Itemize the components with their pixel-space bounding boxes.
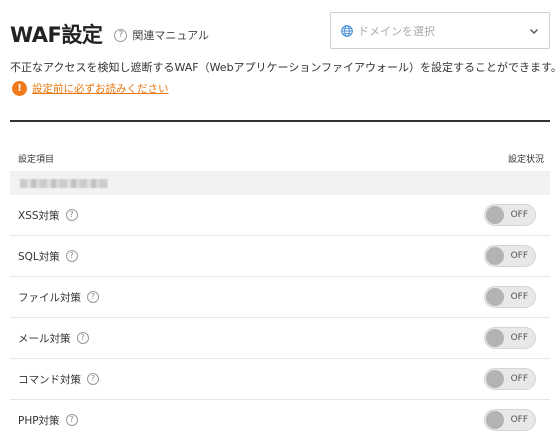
waf-description: 不正なアクセスを検知し遮断するWAF（Webアプリケーションファイアウォール）を… [10, 61, 560, 74]
help-circle-icon[interactable]: ? [65, 209, 78, 221]
help-circle-icon[interactable]: ? [65, 250, 78, 262]
row-label: コマンド対策 ? [18, 372, 99, 387]
command-toggle[interactable]: OFF [484, 368, 536, 390]
table-row-file: ファイル対策 ? OFF [10, 277, 550, 318]
help-circle-icon[interactable]: ? [76, 332, 89, 344]
toggle-knob [486, 288, 504, 306]
table-row-sql: SQL対策 ? OFF [10, 236, 550, 277]
toggle-status: OFF [510, 374, 528, 384]
php-toggle[interactable]: OFF [484, 409, 536, 431]
toggle-status: OFF [510, 292, 528, 302]
sql-toggle[interactable]: OFF [484, 245, 536, 267]
toggle-knob [486, 411, 504, 429]
row-label: SQL対策 ? [18, 249, 78, 264]
setting-name: コマンド対策 [18, 373, 81, 386]
domain-select[interactable]: ドメインを選択 [330, 12, 550, 49]
setting-name: PHP対策 [18, 414, 60, 427]
chevron-down-icon [530, 28, 538, 34]
related-manual-label: 関連マニュアル [132, 29, 209, 42]
xss-toggle[interactable]: OFF [484, 204, 536, 226]
read-before-setting-label: 設定前に必ずお読みください [32, 83, 169, 95]
domain-select-placeholder: ドメインを選択 [358, 24, 435, 38]
help-circle-icon[interactable]: ? [87, 291, 99, 303]
table-header: 設定項目 設定状況 [10, 145, 550, 171]
toggle-knob [486, 370, 504, 388]
table-row-xss: XSS対策 ? OFF [10, 195, 550, 236]
related-manual-link[interactable]: ? 関連マニュアル [114, 27, 209, 43]
row-label: メール対策 ? [18, 331, 89, 346]
table-row-php: PHP対策 ? OFF [10, 400, 550, 439]
toggle-knob [486, 206, 504, 224]
table-row-mail: メール対策 ? OFF [10, 318, 550, 359]
toggle-status: OFF [510, 210, 528, 220]
read-before-setting-link[interactable]: ! 設定前に必ずお読みください [12, 81, 169, 96]
table-row-command: コマンド対策 ? OFF [10, 359, 550, 400]
toggle-knob [486, 329, 504, 347]
domain-group-row [10, 171, 550, 195]
help-circle-icon[interactable]: ? [87, 373, 99, 385]
toggle-status: OFF [510, 251, 528, 261]
globe-icon [341, 24, 353, 37]
section-divider [10, 120, 550, 122]
toggle-knob [486, 247, 504, 265]
help-circle-icon: ? [114, 28, 128, 42]
page-title: WAF設定 [10, 23, 103, 47]
row-label: XSS対策 ? [18, 208, 78, 223]
setting-name: SQL対策 [18, 250, 60, 263]
setting-name: メール対策 [18, 332, 71, 345]
toggle-status: OFF [510, 415, 528, 425]
row-label: PHP対策 ? [18, 413, 78, 428]
waf-settings-table: 設定項目 設定状況 XSS対策 ? OFF SQL対策 ? OFF ファイル対策… [10, 145, 550, 439]
toggle-status: OFF [510, 333, 528, 343]
warning-icon: ! [12, 81, 27, 96]
redacted-domain-name [20, 178, 108, 188]
mail-toggle[interactable]: OFF [484, 327, 536, 349]
row-label: ファイル対策 ? [18, 290, 99, 305]
setting-name: ファイル対策 [18, 291, 81, 304]
file-toggle[interactable]: OFF [484, 286, 536, 308]
help-circle-icon[interactable]: ? [65, 414, 78, 426]
setting-name: XSS対策 [18, 209, 60, 222]
column-header-setting-item: 設定項目 [18, 154, 55, 165]
column-header-setting-status: 設定状況 [507, 154, 544, 165]
page-header: WAF設定 ? 関連マニュアル [10, 14, 209, 54]
